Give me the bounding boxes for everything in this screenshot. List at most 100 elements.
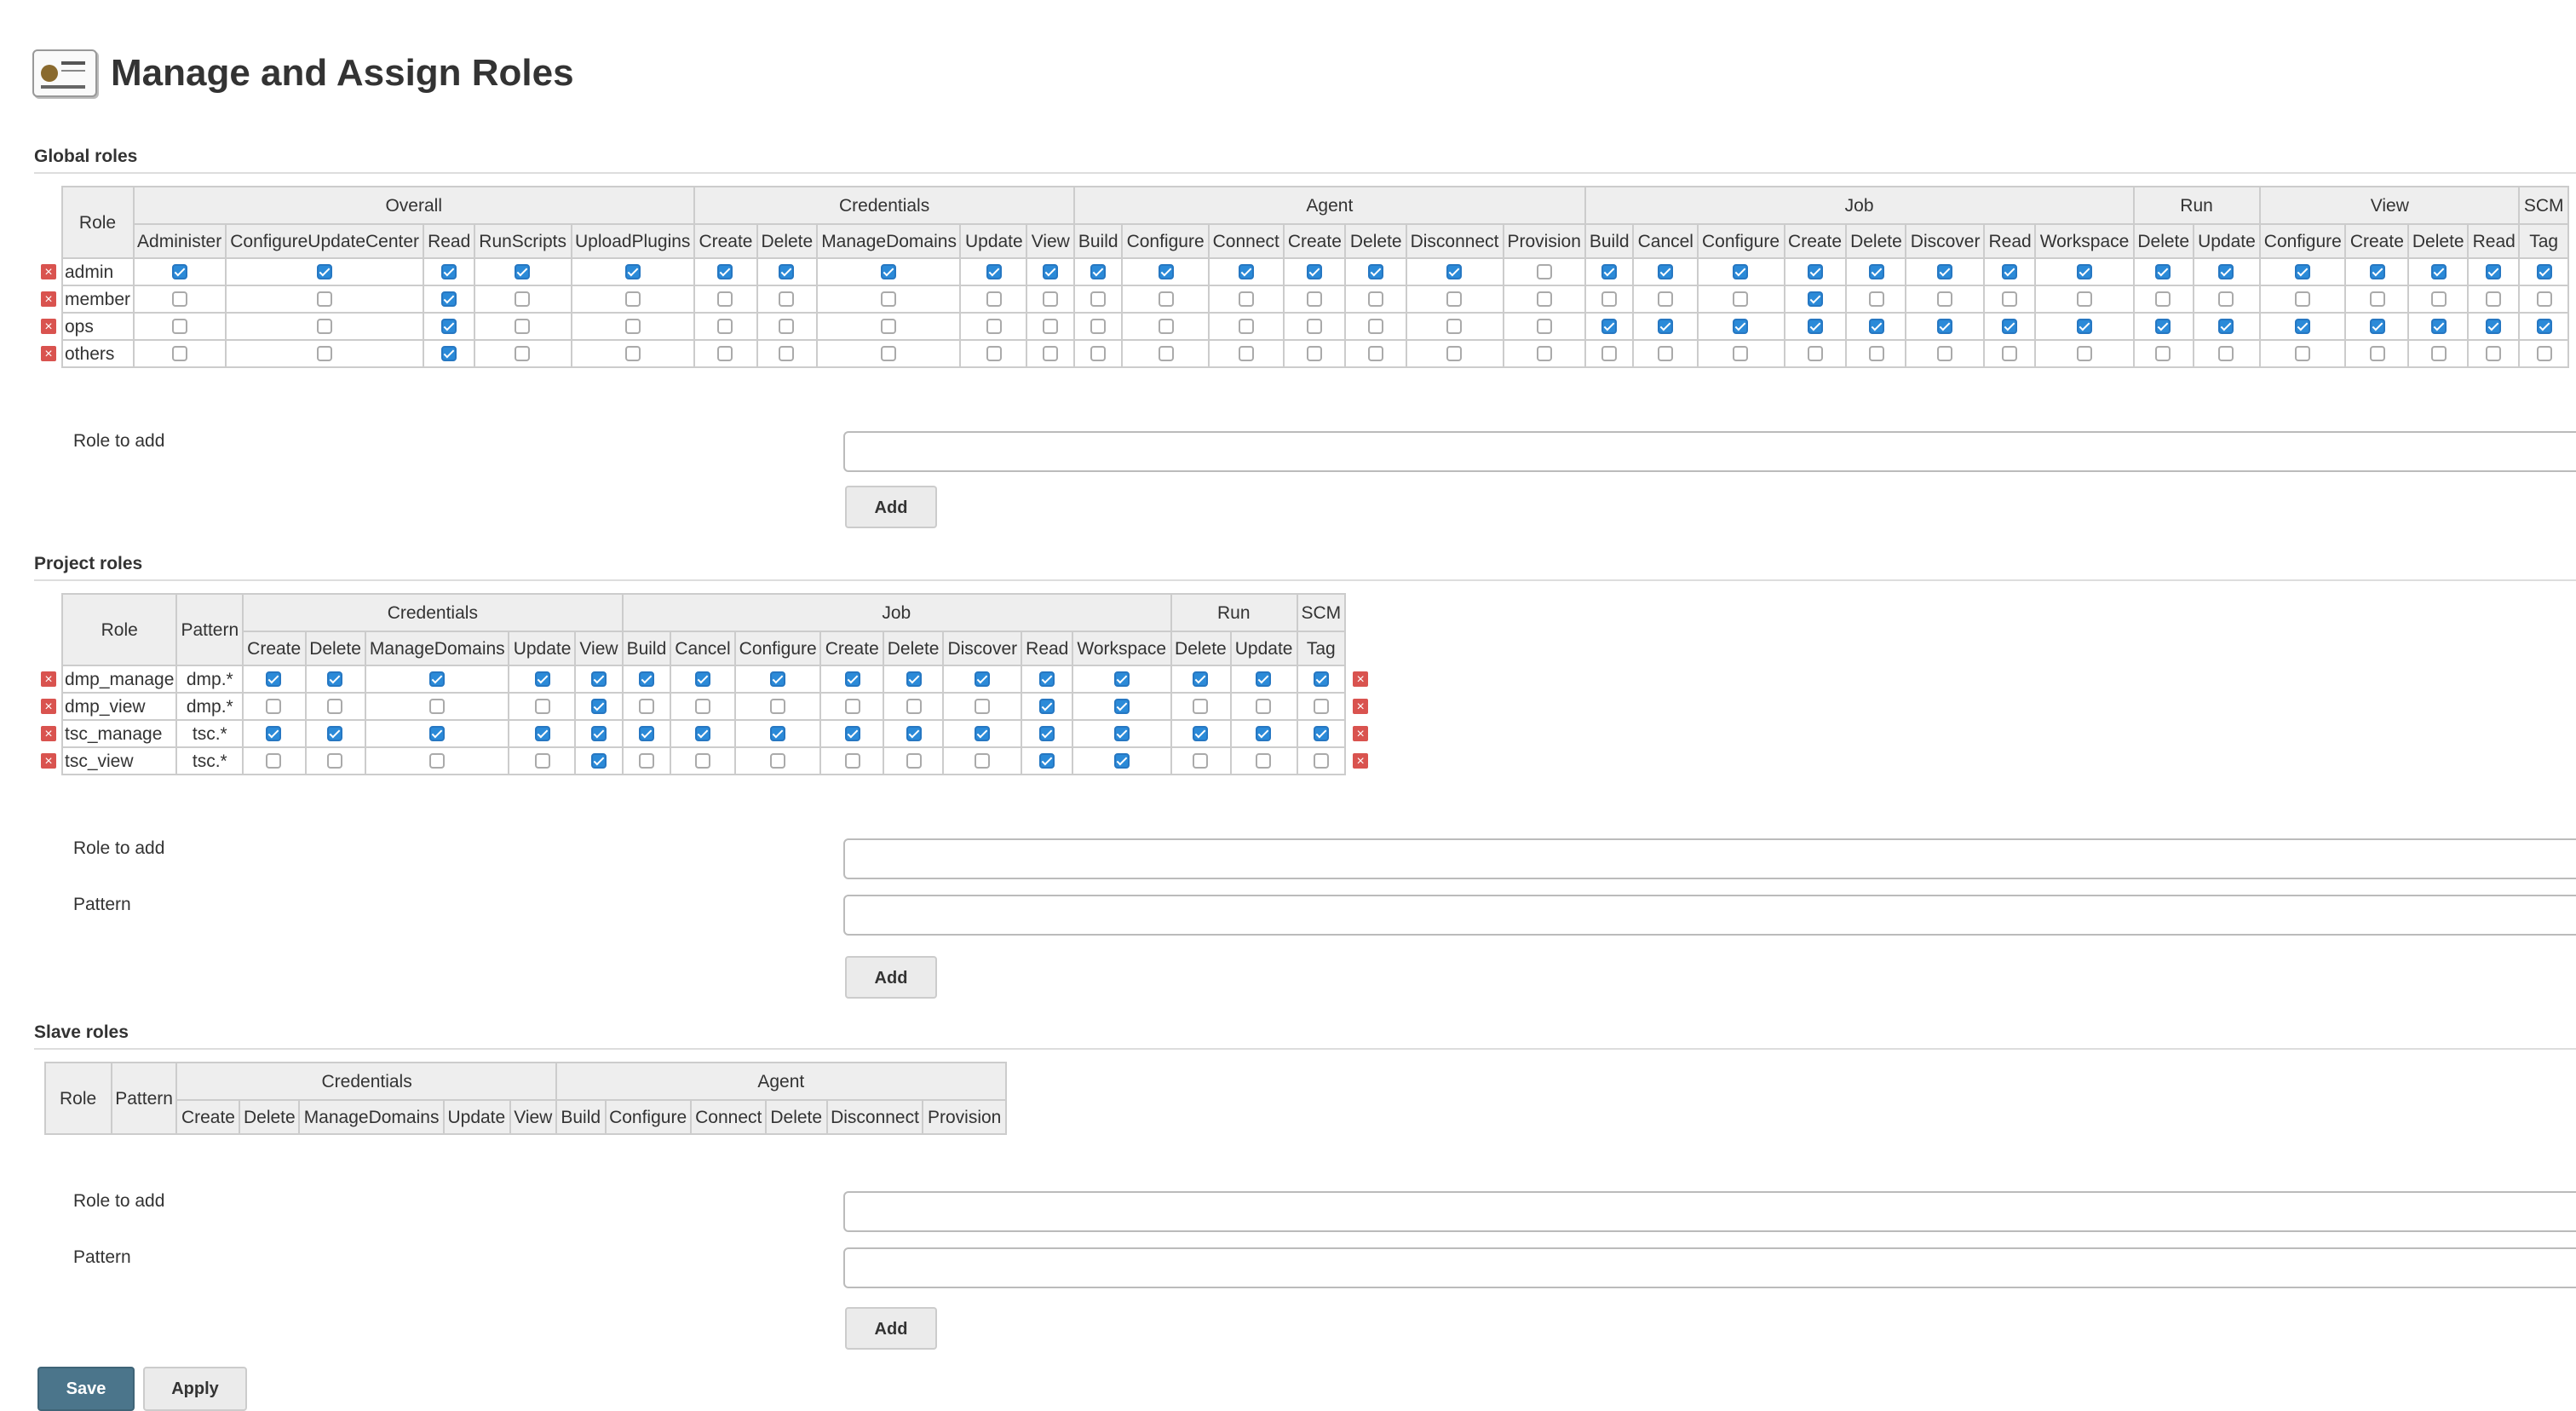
permission-checkbox[interactable]: [2295, 264, 2310, 279]
permission-checkbox[interactable]: [1307, 319, 1322, 334]
permission-checkbox[interactable]: [2430, 264, 2446, 279]
permission-checkbox[interactable]: [328, 671, 343, 687]
permission-checkbox[interactable]: [2219, 319, 2234, 334]
project-role-to-add-input[interactable]: [843, 838, 2576, 879]
delete-role-icon[interactable]: ×: [1353, 726, 1368, 741]
permission-checkbox[interactable]: [1158, 264, 1173, 279]
slave-role-to-add-input[interactable]: [843, 1191, 2576, 1232]
permission-checkbox[interactable]: [770, 671, 785, 687]
permission-checkbox[interactable]: [535, 699, 550, 714]
permission-checkbox[interactable]: [882, 291, 897, 307]
permission-checkbox[interactable]: [1938, 319, 1953, 334]
permission-checkbox[interactable]: [429, 726, 445, 741]
permission-checkbox[interactable]: [1938, 346, 1953, 361]
permission-checkbox[interactable]: [591, 753, 607, 769]
permission-checkbox[interactable]: [1808, 291, 1823, 307]
delete-role-icon[interactable]: ×: [41, 264, 56, 279]
permission-checkbox[interactable]: [1193, 671, 1208, 687]
permission-checkbox[interactable]: [1537, 264, 1552, 279]
permission-checkbox[interactable]: [906, 671, 921, 687]
permission-checkbox[interactable]: [639, 699, 654, 714]
permission-checkbox[interactable]: [770, 699, 785, 714]
permission-checkbox[interactable]: [1043, 291, 1058, 307]
permission-checkbox[interactable]: [639, 726, 654, 741]
permission-checkbox[interactable]: [1938, 291, 1953, 307]
permission-checkbox[interactable]: [695, 753, 710, 769]
permission-checkbox[interactable]: [1193, 726, 1208, 741]
permission-checkbox[interactable]: [441, 291, 457, 307]
permission-checkbox[interactable]: [718, 291, 733, 307]
permission-checkbox[interactable]: [2156, 264, 2171, 279]
apply-button[interactable]: Apply: [143, 1367, 247, 1411]
permission-checkbox[interactable]: [1090, 319, 1106, 334]
slave-add-button[interactable]: Add: [845, 1307, 937, 1350]
permission-checkbox[interactable]: [1090, 264, 1106, 279]
permission-checkbox[interactable]: [975, 699, 990, 714]
permission-checkbox[interactable]: [695, 726, 710, 741]
permission-checkbox[interactable]: [639, 671, 654, 687]
permission-checkbox[interactable]: [1658, 319, 1673, 334]
permission-checkbox[interactable]: [591, 726, 607, 741]
permission-checkbox[interactable]: [625, 291, 641, 307]
permission-checkbox[interactable]: [1114, 726, 1130, 741]
permission-checkbox[interactable]: [1043, 346, 1058, 361]
project-pattern-input[interactable]: [843, 895, 2576, 936]
permission-checkbox[interactable]: [317, 346, 332, 361]
permission-checkbox[interactable]: [2430, 319, 2446, 334]
permission-checkbox[interactable]: [429, 753, 445, 769]
permission-checkbox[interactable]: [317, 291, 332, 307]
slave-pattern-input[interactable]: [843, 1247, 2576, 1288]
permission-checkbox[interactable]: [1868, 346, 1883, 361]
permission-checkbox[interactable]: [625, 319, 641, 334]
permission-checkbox[interactable]: [986, 346, 1002, 361]
permission-checkbox[interactable]: [1447, 346, 1463, 361]
delete-role-icon[interactable]: ×: [41, 699, 56, 714]
permission-checkbox[interactable]: [2219, 346, 2234, 361]
permission-checkbox[interactable]: [695, 699, 710, 714]
permission-checkbox[interactable]: [844, 699, 860, 714]
permission-checkbox[interactable]: [1114, 753, 1130, 769]
permission-checkbox[interactable]: [975, 671, 990, 687]
permission-checkbox[interactable]: [770, 753, 785, 769]
permission-checkbox[interactable]: [2487, 346, 2502, 361]
permission-checkbox[interactable]: [1039, 753, 1055, 769]
delete-role-icon[interactable]: ×: [1353, 699, 1368, 714]
global-add-button[interactable]: Add: [845, 486, 937, 528]
permission-checkbox[interactable]: [515, 264, 531, 279]
delete-role-icon[interactable]: ×: [41, 753, 56, 769]
permission-checkbox[interactable]: [718, 346, 733, 361]
permission-checkbox[interactable]: [718, 319, 733, 334]
project-add-button[interactable]: Add: [845, 956, 937, 999]
delete-role-icon[interactable]: ×: [1353, 753, 1368, 769]
permission-checkbox[interactable]: [1239, 264, 1254, 279]
delete-role-icon[interactable]: ×: [41, 319, 56, 334]
permission-checkbox[interactable]: [2219, 291, 2234, 307]
permission-checkbox[interactable]: [1090, 346, 1106, 361]
permission-checkbox[interactable]: [1307, 264, 1322, 279]
permission-checkbox[interactable]: [317, 264, 332, 279]
permission-checkbox[interactable]: [1447, 319, 1463, 334]
permission-checkbox[interactable]: [2487, 264, 2502, 279]
permission-checkbox[interactable]: [986, 291, 1002, 307]
permission-checkbox[interactable]: [1808, 264, 1823, 279]
permission-checkbox[interactable]: [429, 671, 445, 687]
permission-checkbox[interactable]: [2536, 319, 2551, 334]
permission-checkbox[interactable]: [441, 346, 457, 361]
permission-checkbox[interactable]: [1537, 291, 1552, 307]
permission-checkbox[interactable]: [1039, 671, 1055, 687]
permission-checkbox[interactable]: [1314, 699, 1329, 714]
permission-checkbox[interactable]: [429, 699, 445, 714]
permission-checkbox[interactable]: [2536, 291, 2551, 307]
permission-checkbox[interactable]: [328, 726, 343, 741]
permission-checkbox[interactable]: [718, 264, 733, 279]
permission-checkbox[interactable]: [1368, 291, 1383, 307]
permission-checkbox[interactable]: [1368, 264, 1383, 279]
permission-checkbox[interactable]: [1734, 264, 1749, 279]
permission-checkbox[interactable]: [535, 753, 550, 769]
permission-checkbox[interactable]: [1734, 291, 1749, 307]
permission-checkbox[interactable]: [172, 319, 187, 334]
permission-checkbox[interactable]: [1239, 291, 1254, 307]
permission-checkbox[interactable]: [779, 291, 795, 307]
permission-checkbox[interactable]: [1158, 291, 1173, 307]
permission-checkbox[interactable]: [328, 699, 343, 714]
